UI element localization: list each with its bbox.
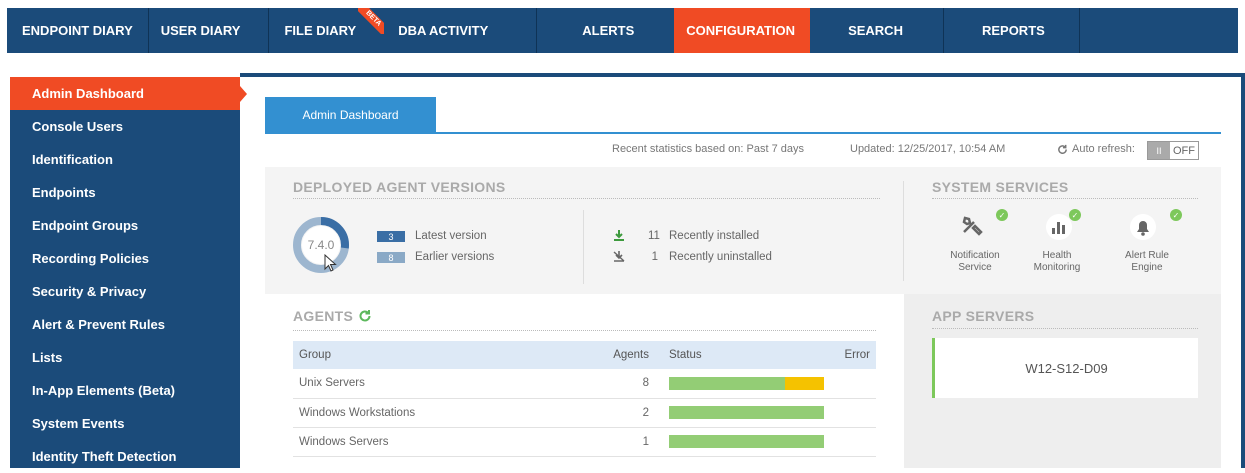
- sidebar-item-identity-theft-detection[interactable]: Identity Theft Detection: [10, 440, 240, 473]
- status-ok-icon: ✓: [1069, 209, 1081, 221]
- auto-refresh: Auto refresh:: [1057, 143, 1135, 155]
- nav-endpoint-diary[interactable]: ENDPOINT DIARY: [7, 8, 148, 53]
- installed-label: Recently installed: [669, 230, 760, 242]
- nav-alerts[interactable]: ALERTS: [537, 8, 674, 53]
- agent-count: 1: [593, 427, 663, 457]
- sidebar-item-admin-dashboard[interactable]: Admin Dashboard: [10, 77, 247, 110]
- nav-search[interactable]: SEARCH: [810, 8, 943, 53]
- latest-count-badge: 3: [377, 231, 405, 242]
- nav-divider: [1078, 8, 1080, 53]
- group-name: Unix Servers: [293, 369, 593, 399]
- group-name: Windows Servers: [293, 427, 593, 457]
- app-servers-title: APP SERVERS: [932, 308, 1035, 324]
- system-services-title: SYSTEM SERVICES: [932, 179, 1069, 195]
- health-monitoring-service[interactable]: ✓: [1041, 209, 1081, 240]
- nav-reports[interactable]: REPORTS: [944, 8, 1079, 53]
- sidebar-item-endpoints[interactable]: Endpoints: [10, 176, 240, 209]
- sidebar-item-recording-policies[interactable]: Recording Policies: [10, 242, 240, 275]
- sidebar-item-security-privacy[interactable]: Security & Privacy: [10, 275, 240, 308]
- nav-dba-activity[interactable]: DBA ACTIVITY: [386, 8, 536, 53]
- status-cell: [663, 398, 830, 428]
- app-server-name: W12-S12-D09: [1025, 360, 1108, 376]
- notification-service[interactable]: ✓: [947, 209, 1008, 240]
- table-row[interactable]: Windows Workstations 2: [293, 398, 876, 428]
- uninstalled-count: 1: [651, 251, 658, 263]
- status-bar-ok: [669, 376, 786, 390]
- mouse-cursor-icon: [324, 254, 337, 272]
- status-bar-ok: [669, 435, 824, 448]
- error-cell: [830, 398, 876, 428]
- earlier-count-badge: 8: [377, 252, 405, 263]
- status-cell: [663, 427, 830, 457]
- agents-table: Group Agents Status Error Unix Servers 8…: [293, 341, 876, 457]
- auto-refresh-toggle[interactable]: II OFF: [1147, 141, 1199, 160]
- versions-divider: [583, 210, 584, 284]
- top-nav: ENDPOINT DIARY USER DIARY FILE DIARY BET…: [7, 8, 1238, 53]
- earlier-version-label: Earlier versions: [415, 251, 495, 263]
- status-ok-icon: ✓: [1170, 209, 1182, 221]
- table-row[interactable]: Windows Servers 1: [293, 427, 876, 457]
- sidebar-item-in-app-elements[interactable]: In-App Elements (Beta): [10, 374, 240, 407]
- sidebar: Admin Dashboard Console Users Identifica…: [10, 77, 247, 468]
- status-bar: [669, 406, 824, 419]
- panel-divider: [903, 181, 904, 281]
- health-monitoring-label: Health Monitoring: [1033, 250, 1081, 273]
- status-bar-ok: [669, 406, 824, 419]
- toggle-knob: II: [1148, 142, 1170, 159]
- column-header-error[interactable]: Error: [830, 341, 876, 369]
- alert-rule-engine-service[interactable]: ✓: [1126, 209, 1182, 240]
- nav-configuration[interactable]: CONFIGURATION: [674, 8, 811, 53]
- latest-version-label: Latest version: [415, 230, 487, 242]
- table-header-row: Group Agents Status Error: [293, 341, 876, 369]
- sidebar-item-identification[interactable]: Identification: [10, 143, 240, 176]
- title-underline: [932, 198, 1198, 199]
- refresh-icon: [1058, 144, 1067, 154]
- status-cell: [663, 369, 830, 399]
- error-cell: [830, 369, 876, 399]
- toggle-state: OFF: [1173, 144, 1195, 157]
- column-header-group[interactable]: Group: [293, 341, 593, 369]
- title-underline: [932, 328, 1198, 329]
- column-header-agents[interactable]: Agents: [593, 341, 663, 369]
- beta-badge: BETA: [358, 8, 385, 34]
- bell-icon: [1130, 214, 1156, 240]
- sidebar-item-alert-prevent-rules[interactable]: Alert & Prevent Rules: [10, 308, 240, 341]
- uninstall-icon: [613, 251, 625, 262]
- nav-user-diary[interactable]: USER DIARY: [149, 8, 269, 53]
- sidebar-item-endpoint-groups[interactable]: Endpoint Groups: [10, 209, 240, 242]
- sidebar-item-system-events[interactable]: System Events: [10, 407, 240, 440]
- group-name: Windows Workstations: [293, 398, 593, 428]
- sidebar-item-lists[interactable]: Lists: [10, 341, 240, 374]
- title-underline: [293, 330, 876, 331]
- nav-file-diary-label: FILE DIARY: [284, 23, 357, 38]
- agent-count: 2: [593, 398, 663, 428]
- status-bar-warning: [785, 376, 824, 390]
- stats-period: Recent statistics based on: Past 7 days: [612, 143, 804, 155]
- updated-timestamp: Updated: 12/25/2017, 10:54 AM: [850, 143, 1006, 155]
- installed-count: 11: [648, 230, 660, 242]
- agent-versions-title: DEPLOYED AGENT VERSIONS: [293, 179, 506, 195]
- auto-refresh-label: Auto refresh:: [1072, 143, 1135, 155]
- nav-file-diary[interactable]: FILE DIARY BETA: [269, 8, 386, 53]
- sidebar-item-console-users[interactable]: Console Users: [10, 110, 240, 143]
- error-cell: [830, 427, 876, 457]
- refresh-icon[interactable]: [358, 309, 372, 323]
- status-bar: [669, 435, 824, 448]
- agent-count: 8: [593, 369, 663, 399]
- app-server-card[interactable]: W12-S12-D09: [932, 338, 1198, 398]
- tab-underline: [265, 132, 1221, 134]
- status-ok-icon: ✓: [996, 209, 1008, 221]
- notification-service-label: Notification Service: [950, 250, 1000, 273]
- status-bar: [669, 376, 824, 390]
- column-header-status[interactable]: Status: [663, 341, 830, 369]
- uninstalled-label: Recently uninstalled: [669, 251, 772, 263]
- tools-icon: [962, 216, 983, 236]
- alert-rule-engine-label: Alert Rule Engine: [1125, 250, 1169, 273]
- version-number: 7.4.0: [307, 238, 335, 252]
- title-underline: [293, 198, 880, 199]
- tab-admin-dashboard[interactable]: Admin Dashboard: [265, 97, 436, 133]
- agents-title: AGENTS: [293, 308, 354, 324]
- download-icon: [614, 230, 624, 241]
- table-row[interactable]: Unix Servers 8: [293, 369, 876, 399]
